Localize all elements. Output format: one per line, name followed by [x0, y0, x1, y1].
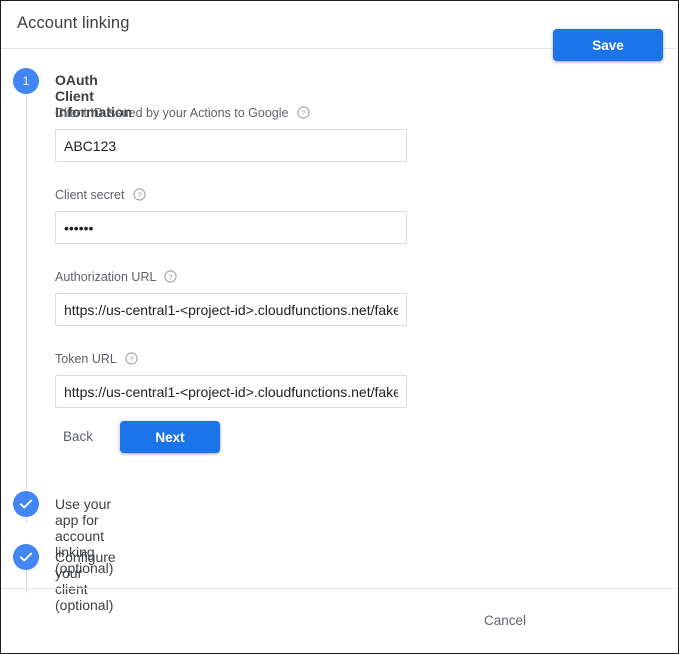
dialog-footer: Cancel — [1, 588, 678, 653]
field-label-authorization-url: Authorization URL ? — [55, 270, 407, 286]
field-label-text: Token URL — [55, 352, 117, 366]
field-label-token-url: Token URL ? — [55, 352, 407, 368]
svg-text:?: ? — [169, 272, 173, 281]
field-token-url: Token URL ? — [55, 352, 407, 408]
help-circle-icon[interactable]: ? — [297, 106, 310, 122]
field-label-text: Client ID issued by your Actions to Goog… — [55, 106, 289, 120]
account-linking-dialog: Account linking 1 OAuth Client Informati… — [0, 0, 679, 654]
field-label-text: Client secret — [55, 188, 125, 202]
help-circle-icon[interactable]: ? — [133, 188, 146, 204]
next-button[interactable]: Next — [120, 421, 220, 453]
help-circle-icon[interactable]: ? — [125, 352, 138, 368]
authorization-url-input[interactable] — [55, 293, 407, 326]
field-label-client-id: Client ID issued by your Actions to Goog… — [55, 106, 407, 122]
oauth-client-form: Client ID issued by your Actions to Goog… — [55, 106, 407, 408]
field-client-secret: Client secret ? — [55, 188, 407, 244]
svg-text:?: ? — [137, 190, 141, 199]
step-number-badge: 1 — [13, 68, 39, 94]
save-button[interactable]: Save — [553, 29, 663, 61]
stepper-connector — [26, 92, 27, 522]
help-circle-icon[interactable]: ? — [164, 270, 178, 286]
field-authorization-url: Authorization URL ? — [55, 270, 407, 326]
field-label-text: Authorization URL — [55, 270, 156, 284]
page-title: Account linking — [17, 14, 130, 32]
field-client-id: Client ID issued by your Actions to Goog… — [55, 106, 407, 162]
back-button[interactable]: Back — [55, 421, 101, 453]
token-url-input[interactable] — [55, 375, 407, 408]
field-label-client-secret: Client secret ? — [55, 188, 407, 204]
check-circle-icon — [13, 544, 39, 570]
cancel-button[interactable]: Cancel — [474, 605, 536, 637]
svg-text:?: ? — [301, 108, 305, 117]
client-id-input[interactable] — [55, 129, 407, 162]
check-circle-icon — [13, 491, 39, 517]
client-secret-input[interactable] — [55, 211, 407, 244]
svg-text:?: ? — [129, 354, 133, 363]
